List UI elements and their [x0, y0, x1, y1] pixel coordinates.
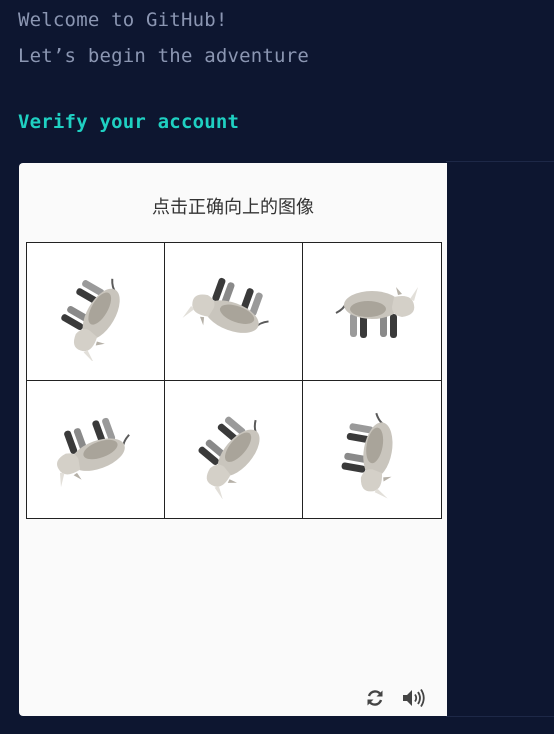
verify-heading: Verify your account	[18, 111, 240, 133]
refresh-icon[interactable]	[364, 687, 386, 709]
captcha-tile[interactable]	[165, 243, 303, 381]
captcha-tile[interactable]	[27, 380, 165, 518]
captcha-panel: 点击正确向上的图像	[19, 163, 447, 716]
audio-icon[interactable]	[401, 687, 427, 709]
rhino-image	[60, 279, 120, 362]
rhino-image	[56, 418, 130, 488]
rhino-image	[197, 416, 260, 500]
welcome-text: Welcome to GitHub!	[18, 9, 228, 31]
captcha-prompt: 点击正确向上的图像	[152, 197, 314, 218]
rhino-image	[341, 413, 393, 499]
image-grid	[26, 242, 442, 519]
panel-frame	[446, 161, 554, 717]
captcha-tile[interactable]	[303, 243, 441, 381]
rhino-image	[335, 287, 418, 339]
captcha-tile[interactable]	[303, 380, 441, 518]
subtitle-text: Let’s begin the adventure	[18, 45, 309, 67]
rhino-image	[182, 278, 269, 334]
captcha-tile[interactable]	[165, 380, 303, 518]
captcha-tile[interactable]	[27, 243, 165, 381]
